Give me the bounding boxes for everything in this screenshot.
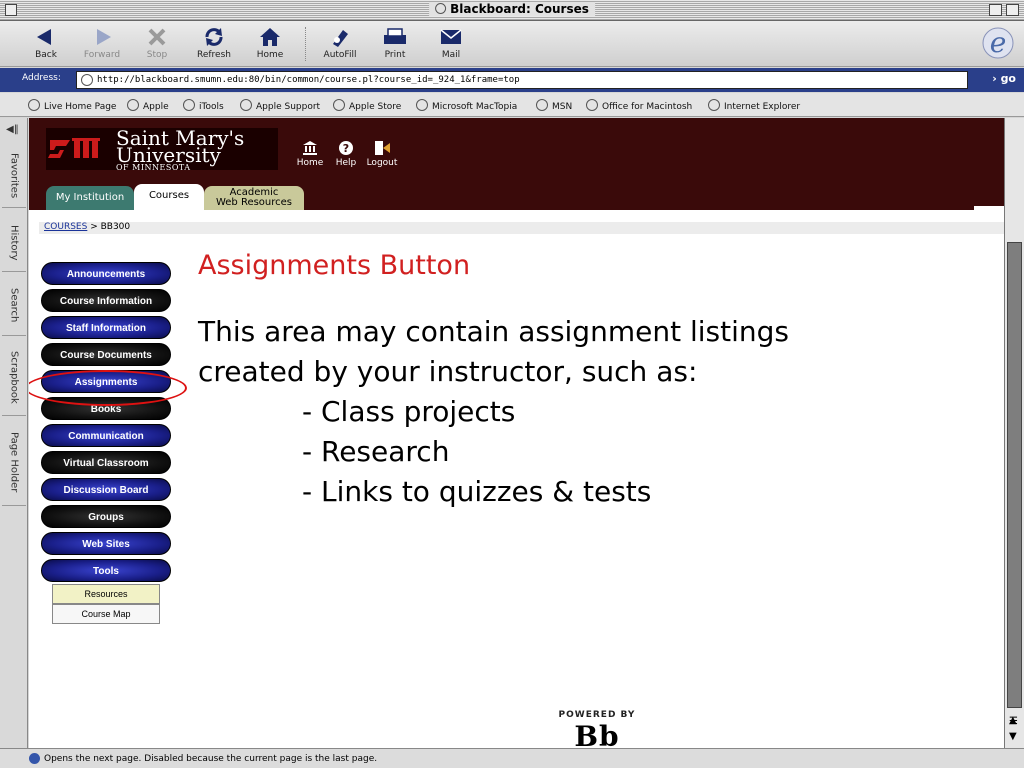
close-box[interactable] <box>5 4 17 16</box>
blackboard-logo: Bb <box>574 720 620 749</box>
status-bar: Opens the next page. Disabled because th… <box>0 748 1024 768</box>
description-line-2: created by your instructor, such as: <box>198 355 698 388</box>
print-button[interactable]: Print <box>369 24 421 60</box>
explorer-sidebar: ◀‖ Favorites History Search Scrapbook Pa… <box>0 118 28 748</box>
favorite-link[interactable]: Office for Macintosh <box>586 99 692 112</box>
back-arrow-icon <box>37 29 51 45</box>
forward-button[interactable]: Forward <box>76 24 128 60</box>
refresh-button[interactable]: Refresh <box>188 24 240 60</box>
main-content: Assignments Button This area may contain… <box>198 246 978 512</box>
title-bar[interactable]: Blackboard: Courses <box>0 0 1024 21</box>
menu-button-web-sites[interactable]: Web Sites <box>41 532 171 555</box>
university-logo[interactable]: Saint Mary's University OF MINNESOTA <box>46 128 278 172</box>
menu-button-announcements[interactable]: Announcements <box>41 262 171 285</box>
sidebar-tab-search[interactable]: Search <box>2 276 26 336</box>
toolbar: Back Forward Stop Refresh Home AutoFill … <box>0 21 1024 67</box>
menu-button-tools[interactable]: Tools <box>41 559 171 582</box>
internet-explorer-logo-icon: e <box>982 26 1014 59</box>
favorite-link[interactable]: Apple <box>127 99 169 112</box>
favorite-link[interactable]: Microsoft MacTopia <box>416 99 517 112</box>
status-globe-icon <box>29 753 40 764</box>
svg-text:?: ? <box>343 142 349 155</box>
address-bar: Address: http://blackboard.smumn.edu:80/… <box>0 68 1024 92</box>
sidebar-tab-favorites[interactable]: Favorites <box>2 144 26 208</box>
powered-by-blackboard: POWERED BY Bb <box>552 710 642 748</box>
address-url-text: http://blackboard.smumn.edu:80/bin/commo… <box>97 75 520 85</box>
breadcrumb-courses-link[interactable]: COURSES <box>44 222 87 232</box>
sidebar-tab-history[interactable]: History <box>2 214 26 272</box>
header-logout-link[interactable]: Logout <box>364 138 400 168</box>
page-icon <box>435 3 447 14</box>
menu-button-discussion-board[interactable]: Discussion Board <box>41 478 171 501</box>
toolbar-separator <box>305 27 307 61</box>
back-button[interactable]: Back <box>20 24 72 60</box>
tab-my-institution[interactable]: My Institution <box>46 186 134 210</box>
mail-envelope-icon <box>440 29 462 44</box>
tab-courses[interactable]: Courses <box>134 184 204 210</box>
menu-course-map[interactable]: Course Map <box>52 604 160 624</box>
logo-line2: University <box>116 143 221 167</box>
status-text: Opens the next page. Disabled because th… <box>44 754 378 764</box>
zoom-box[interactable] <box>989 4 1002 16</box>
collapse-box[interactable] <box>1006 4 1019 16</box>
sidebar-tab-page-holder[interactable]: Page Holder <box>2 420 26 506</box>
favorite-link[interactable]: Apple Store <box>333 99 401 112</box>
logout-door-icon <box>375 141 390 155</box>
go-button[interactable]: › go <box>992 72 1016 85</box>
tab-academic-web-resources[interactable]: Academic Web Resources <box>204 186 304 210</box>
header-home-link[interactable]: Home <box>295 138 325 168</box>
home-icon <box>260 28 280 46</box>
explorer-collapse-icon[interactable]: ◀‖ <box>6 124 19 135</box>
header-help-link[interactable]: ? Help <box>333 138 359 168</box>
address-url-field[interactable]: http://blackboard.smumn.edu:80/bin/commo… <box>76 71 968 89</box>
autofill-pen-icon <box>333 30 348 47</box>
logo-line3: OF MINNESOTA <box>116 163 191 172</box>
favorite-link[interactable]: MSN <box>536 99 572 112</box>
menu-button-virtual-classroom[interactable]: Virtual Classroom <box>41 451 171 474</box>
favorite-link[interactable]: iTools <box>183 99 224 112</box>
menu-button-course-information[interactable]: Course Information <box>41 289 171 312</box>
stop-button[interactable]: Stop <box>131 24 183 60</box>
address-label: Address: <box>22 73 61 83</box>
smu-logo-mark-icon <box>48 138 100 158</box>
mail-button[interactable]: Mail <box>425 24 477 60</box>
menu-resources[interactable]: Resources <box>52 584 160 604</box>
assignments-highlight-ring <box>29 370 187 406</box>
home-button[interactable]: Home <box>244 24 296 60</box>
list-item: - Research <box>302 435 450 468</box>
sidebar-tab-scrapbook[interactable]: Scrapbook <box>2 340 26 416</box>
description-line-1: This area may contain assignment listing… <box>198 315 789 348</box>
institution-home-icon <box>303 141 317 155</box>
menu-button-course-documents[interactable]: Course Documents <box>41 343 171 366</box>
refresh-icon <box>205 28 223 46</box>
browser-window: Blackboard: Courses Back Forward Stop Re… <box>0 0 1024 768</box>
favorite-link[interactable]: Apple Support <box>240 99 320 112</box>
favorite-link[interactable]: Internet Explorer <box>708 99 800 112</box>
window-title: Blackboard: Courses <box>429 2 595 16</box>
page-proxy-icon <box>81 74 93 86</box>
list-item: - Class projects <box>302 395 516 428</box>
scroll-down-arrow-icon[interactable]: ▼ <box>1009 731 1017 742</box>
header-band: Saint Mary's University OF MINNESOTA Hom… <box>29 118 1004 210</box>
menu-button-groups[interactable]: Groups <box>41 505 171 528</box>
scrollbar-thumb[interactable] <box>1007 242 1022 708</box>
scroll-up-arrow-icon[interactable]: ▲ <box>1009 715 1017 726</box>
forward-arrow-icon <box>97 29 111 45</box>
svg-text:e: e <box>990 26 1007 59</box>
breadcrumb-current: BB300 <box>100 222 131 232</box>
favorites-bar: Live Home Page Apple iTools Apple Suppor… <box>0 93 1024 117</box>
breadcrumb: COURSES > BB300 <box>39 222 1004 234</box>
page-headline: Assignments Button <box>198 250 471 281</box>
favorite-link[interactable]: Live Home Page <box>28 99 116 112</box>
powered-by-label: POWERED BY <box>558 710 636 720</box>
help-question-icon: ? <box>339 141 353 155</box>
page-content: Saint Mary's University OF MINNESOTA Hom… <box>29 118 1004 748</box>
vertical-scrollbar[interactable]: ☰ ▲ ▼ <box>1004 118 1024 748</box>
list-item: - Links to quizzes & tests <box>302 475 652 508</box>
autofill-button[interactable]: AutoFill <box>314 24 366 60</box>
stop-x-icon <box>148 28 166 46</box>
menu-button-staff-information[interactable]: Staff Information <box>41 316 171 339</box>
menu-button-communication[interactable]: Communication <box>41 424 171 447</box>
printer-icon <box>384 28 406 44</box>
